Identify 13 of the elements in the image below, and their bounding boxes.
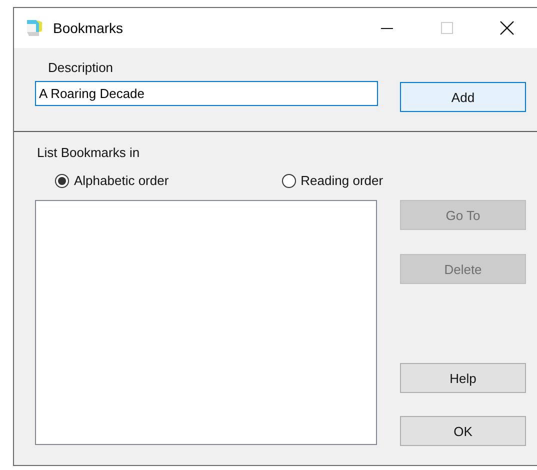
push-button[interactable]: Add <box>400 82 526 112</box>
section-label: List Bookmarks in <box>37 145 141 160</box>
push-button[interactable]: Help <box>400 363 526 393</box>
window-title: Bookmarks <box>53 20 124 36</box>
field-label: Description <box>48 60 114 76</box>
radio-button[interactable] <box>55 174 69 188</box>
radio-button[interactable] <box>282 174 296 188</box>
push-button[interactable]: OK <box>400 416 526 446</box>
description-field[interactable]: A Roaring Decade <box>35 81 378 106</box>
radio-label[interactable]: Reading order <box>300 173 384 188</box>
radio-label[interactable]: Alphabetic order <box>74 173 169 188</box>
close-icon[interactable] <box>500 21 514 35</box>
app-icon <box>24 18 44 38</box>
